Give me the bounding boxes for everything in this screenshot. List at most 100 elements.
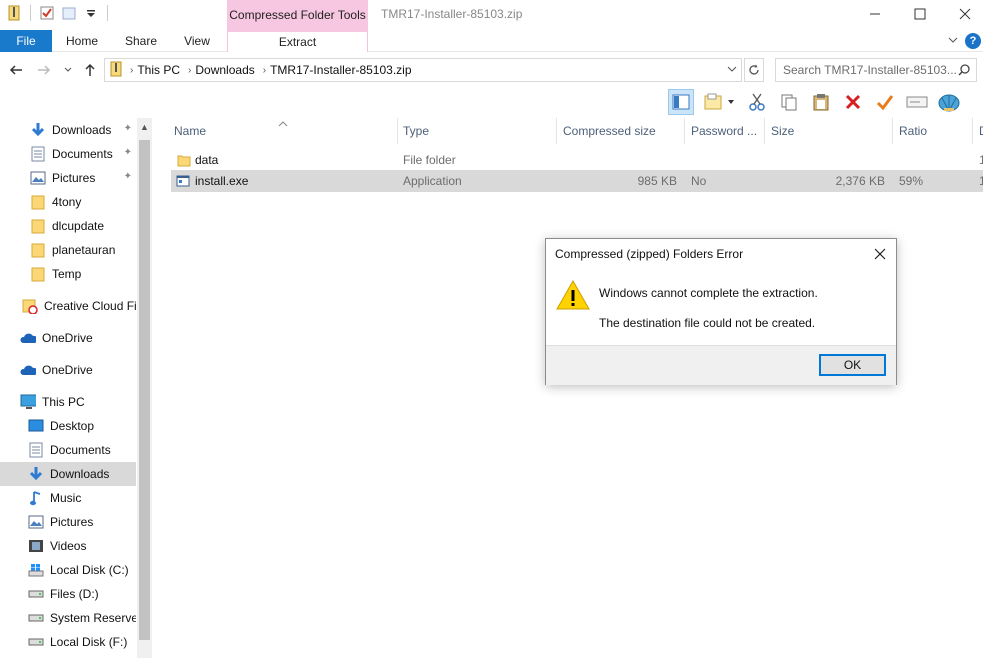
tab-view[interactable]: View	[172, 30, 222, 52]
pictures-icon	[28, 514, 44, 530]
breadcrumb-this-pc[interactable]: This PC	[137, 63, 180, 77]
forward-button[interactable]	[34, 60, 54, 80]
sidebar-item-music[interactable]: Music	[0, 486, 136, 510]
column-header-password[interactable]: Password ...	[685, 118, 765, 144]
preview-pane-button[interactable]	[668, 89, 694, 115]
column-header-ratio[interactable]: Ratio	[893, 118, 973, 144]
column-header-size[interactable]: Size	[765, 118, 893, 144]
file-password: No	[691, 174, 707, 188]
column-header-type[interactable]: Type	[397, 118, 557, 144]
cut-button[interactable]	[744, 89, 770, 115]
column-header-name[interactable]: Name	[168, 118, 398, 144]
minimize-icon	[870, 13, 880, 15]
download-arrow-icon	[30, 122, 46, 138]
new-folder-icon[interactable]	[61, 5, 77, 21]
sidebar-item-pictures[interactable]: Pictures	[0, 510, 136, 534]
scroll-up-icon[interactable]: ▲	[140, 122, 149, 132]
sidebar-item-local-disk-f[interactable]: Local Disk (F:)	[0, 630, 136, 654]
paste-icon	[813, 94, 829, 111]
breadcrumb-zip[interactable]: TMR17-Installer-85103.zip	[270, 63, 411, 77]
tab-extract[interactable]: Extract	[227, 30, 368, 52]
windows-drive-icon	[28, 562, 44, 578]
refresh-button[interactable]	[744, 58, 764, 82]
zip-folder-icon	[6, 5, 22, 21]
up-button[interactable]	[80, 60, 100, 80]
navigation-pane: Downloads ✦ Documents ✦ Pictures ✦ 4tony…	[0, 118, 152, 658]
sidebar-item-local-disk-c[interactable]: Local Disk (C:)	[0, 558, 136, 582]
onedrive-icon	[20, 330, 36, 346]
ok-button[interactable]: OK	[819, 354, 886, 376]
paste-button[interactable]	[808, 89, 834, 115]
help-icon[interactable]: ?	[965, 33, 981, 49]
breadcrumb-chevron-icon[interactable]: ›	[188, 65, 191, 76]
sidebar-item-4tony[interactable]: 4tony	[0, 190, 136, 214]
sidebar-item-documents-pinned[interactable]: Documents ✦	[0, 142, 136, 166]
scrollbar-thumb[interactable]	[139, 140, 150, 640]
recent-locations-button[interactable]	[58, 60, 78, 80]
ribbon-controls: ?	[947, 33, 981, 49]
copy-icon	[781, 94, 797, 111]
close-icon	[874, 248, 886, 260]
sidebar-item-documents[interactable]: Documents	[0, 438, 136, 462]
sidebar-item-label: Music	[50, 491, 82, 505]
sidebar-item-temp[interactable]: Temp	[0, 262, 136, 286]
checkmark-button[interactable]	[872, 89, 898, 115]
pin-icon[interactable]: ✦	[124, 123, 132, 134]
table-row[interactable]: install.exe Application 985 KB No 2,376 …	[171, 170, 983, 192]
address-bar[interactable]: › This PC › Downloads › TMR17-Installer-…	[104, 58, 742, 82]
sidebar-item-downloads-pinned[interactable]: Downloads ✦	[0, 118, 136, 142]
copy-button[interactable]	[776, 89, 802, 115]
expand-ribbon-icon[interactable]	[947, 34, 959, 49]
breadcrumb-downloads[interactable]: Downloads	[195, 63, 254, 77]
sidebar-item-onedrive-2[interactable]: OneDrive	[0, 358, 136, 382]
sidebar-item-label: Videos	[50, 539, 87, 553]
dialog-close-button[interactable]	[870, 244, 890, 264]
customize-qat-icon[interactable]	[83, 5, 99, 21]
sidebar-item-label: dlcupdate	[52, 219, 105, 233]
sidebar-item-videos[interactable]: Videos	[0, 534, 136, 558]
close-button[interactable]	[942, 0, 983, 28]
minimize-button[interactable]	[852, 0, 898, 28]
column-header-compressed-size[interactable]: Compressed size	[557, 118, 685, 144]
sidebar-item-pictures-pinned[interactable]: Pictures ✦	[0, 166, 136, 190]
table-row[interactable]: data File folder 1	[171, 149, 983, 171]
checkmark-icon	[876, 95, 894, 111]
tab-file[interactable]: File	[0, 30, 52, 52]
dialog-detail: The destination file could not be create…	[599, 316, 816, 330]
rename-button[interactable]	[904, 89, 930, 115]
back-button[interactable]	[6, 60, 26, 80]
drive-icon	[28, 634, 44, 650]
tab-home[interactable]: Home	[57, 30, 107, 52]
sidebar-item-onedrive[interactable]: OneDrive	[0, 326, 136, 350]
sidebar-item-this-pc[interactable]: This PC	[0, 390, 136, 414]
properties-icon[interactable]	[39, 5, 55, 21]
shell-button[interactable]	[936, 89, 962, 115]
rename-icon	[906, 96, 928, 108]
breadcrumb-chevron-icon[interactable]: ›	[263, 65, 266, 76]
search-placeholder: Search TMR17-Installer-85103...	[783, 63, 957, 77]
sidebar-item-desktop[interactable]: Desktop	[0, 414, 136, 438]
pin-icon[interactable]: ✦	[124, 147, 132, 158]
sidebar-item-system-reserved[interactable]: System Reserved	[0, 606, 136, 630]
sidebar-item-label: Pictures	[52, 171, 96, 185]
sidebar-item-dlcupdate[interactable]: dlcupdate	[0, 214, 136, 238]
sidebar-item-planetauran[interactable]: planetauran	[0, 238, 136, 262]
sidebar-item-files-d[interactable]: Files (D:)	[0, 582, 136, 606]
sidebar-item-downloads[interactable]: Downloads	[0, 462, 136, 486]
sidebar-item-creative-cloud[interactable]: Creative Cloud Fil	[0, 294, 136, 318]
column-header-date[interactable]: D	[973, 118, 983, 144]
maximize-button[interactable]	[897, 0, 943, 28]
delete-button[interactable]	[840, 89, 866, 115]
sidebar-item-label: 4tony	[52, 195, 82, 209]
address-dropdown-icon[interactable]	[727, 63, 737, 77]
sidebar-scrollbar[interactable]: ▲	[137, 118, 152, 658]
tab-share[interactable]: Share	[116, 30, 166, 52]
music-icon	[28, 490, 44, 506]
creative-cloud-icon	[22, 298, 38, 314]
pin-icon[interactable]: ✦	[124, 171, 132, 182]
breadcrumb-chevron-icon[interactable]: ›	[130, 65, 133, 76]
new-item-button[interactable]	[700, 89, 738, 115]
file-date: 1	[979, 153, 983, 167]
search-input[interactable]: Search TMR17-Installer-85103...	[775, 58, 977, 82]
file-name: data	[195, 153, 219, 167]
